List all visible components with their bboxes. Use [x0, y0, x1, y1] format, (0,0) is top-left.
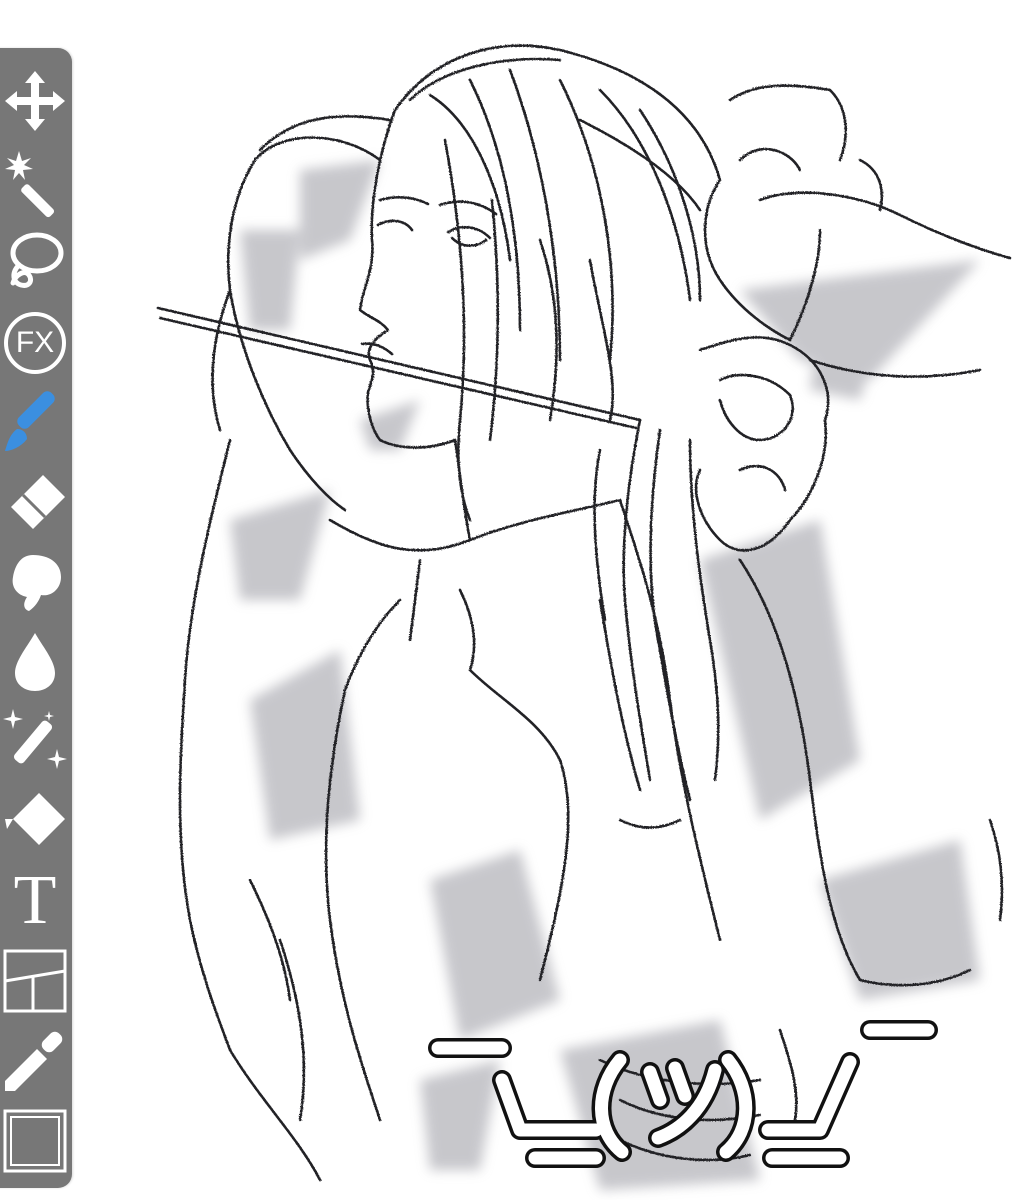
eyedropper-icon	[3, 1029, 67, 1098]
sparkle-pen-icon	[3, 708, 67, 778]
drawing-canvas[interactable]	[0, 0, 1020, 1200]
panels-icon	[3, 949, 67, 1018]
tool-special-brush[interactable]	[0, 708, 70, 778]
magic-wand-icon	[3, 149, 67, 218]
tool-blur[interactable]	[0, 628, 70, 698]
tool-lasso[interactable]	[0, 228, 70, 298]
droplet-icon	[3, 629, 67, 698]
tool-bar: FX T	[0, 48, 72, 1188]
tool-frame-divider[interactable]	[0, 948, 70, 1018]
sketch-lineart	[156, 44, 1012, 1182]
tool-canvas[interactable]	[0, 1108, 70, 1178]
tool-fill[interactable]	[0, 788, 70, 858]
tool-eyedropper[interactable]	[0, 1028, 70, 1098]
tool-filter[interactable]: FX	[0, 308, 70, 378]
text-icon: T	[13, 862, 57, 939]
canvas-frame-icon	[3, 1109, 67, 1178]
tool-eraser[interactable]	[0, 468, 70, 538]
tool-brush[interactable]	[0, 388, 70, 458]
tool-text[interactable]: T	[0, 862, 70, 939]
eraser-icon	[3, 469, 67, 538]
tool-magic-wand[interactable]	[0, 148, 70, 218]
brush-icon	[3, 389, 67, 458]
fx-label: FX	[15, 326, 55, 359]
fx-icon: FX	[3, 311, 67, 375]
smudge-finger-icon	[3, 549, 67, 618]
lasso-icon	[3, 229, 67, 298]
move-arrows-icon	[3, 69, 67, 138]
tool-transform[interactable]	[0, 68, 70, 138]
fill-bucket-icon	[3, 789, 67, 858]
tool-smudge[interactable]	[0, 548, 70, 618]
